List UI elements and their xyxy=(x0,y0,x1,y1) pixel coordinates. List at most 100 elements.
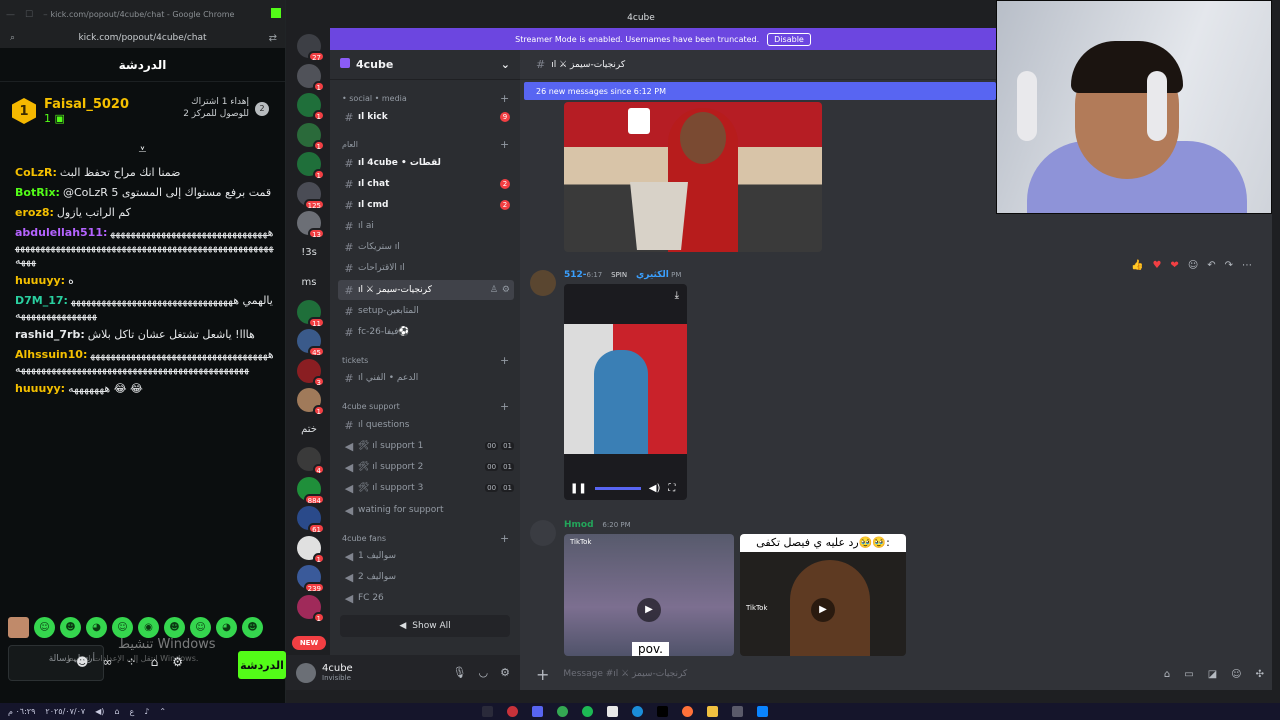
voice-fans-2[interactable]: ◀ سواليف 2 xyxy=(338,567,514,587)
server-icon[interactable]: ms xyxy=(297,270,321,294)
link-icon[interactable]: ∞ xyxy=(103,655,113,669)
server-icon[interactable]: 45 xyxy=(297,329,325,357)
edge-icon[interactable] xyxy=(632,706,643,717)
emote-kick[interactable]: ◉ xyxy=(138,617,159,638)
voice-support-3[interactable]: ◀ 🛠 ıl support 3 00 01 xyxy=(338,478,514,498)
settings-tune-icon[interactable]: ⇄ xyxy=(269,33,277,44)
avatar[interactable] xyxy=(530,270,556,296)
gear-icon[interactable]: ⚙ xyxy=(502,285,510,295)
thumbs-up-icon[interactable]: 👍 xyxy=(1131,260,1143,271)
new-messages-bar[interactable]: 26 new messages since 6:12 PM xyxy=(524,82,996,100)
voice-support-1[interactable]: ◀ 🛠 ıl support 1 00 01 xyxy=(338,436,514,456)
add-reaction-icon[interactable]: ☺ xyxy=(1188,260,1198,271)
video-attachment[interactable]: ⤓ ❚❚ ◀) ⛶ xyxy=(564,284,687,500)
server-icon[interactable]: 1 xyxy=(297,63,325,92)
channel-questions[interactable]: # ıl questions xyxy=(338,415,514,435)
file-explorer-icon[interactable] xyxy=(707,706,718,717)
more-icon[interactable]: ⋯ xyxy=(1242,260,1252,271)
tiktok-video-1[interactable]: TikTok ▶ pov. xyxy=(564,534,734,656)
gear-icon[interactable]: ⚙ xyxy=(172,655,183,669)
avatar[interactable] xyxy=(296,662,316,683)
reply-icon[interactable]: ↶ xyxy=(1207,260,1215,271)
server-icon[interactable]: 125 xyxy=(297,181,325,210)
emote-face[interactable] xyxy=(8,617,29,638)
server-icon[interactable]: 1 xyxy=(297,594,325,623)
channel-current[interactable]: # ıl ⚔ كرنجيات-سيمز ♙ ⚙ xyxy=(338,280,514,300)
composer-input[interactable]: Message #ıl ⚔ كرنجيات-سيمز xyxy=(563,669,687,679)
channel-setup[interactable]: # setup-المتابعين xyxy=(338,301,514,321)
input-language[interactable]: ع xyxy=(130,707,135,716)
voice-support-2[interactable]: ◀ 🛠 ıl support 2 00 01 xyxy=(338,457,514,477)
voice-fans-1[interactable]: ◀ سواليف 1 xyxy=(338,546,514,566)
emote-kick[interactable]: ☻ xyxy=(164,617,185,638)
server-icon[interactable]: 239 xyxy=(297,565,325,593)
disable-streamer-mode-button[interactable]: Disable xyxy=(767,32,811,46)
chat-username[interactable]: rashid_7rb: xyxy=(15,328,85,341)
app-icon[interactable] xyxy=(482,706,493,717)
server-icon[interactable]: 27 xyxy=(297,34,325,62)
address-bar[interactable]: ⌕ kick.com/popout/4cube/chat ⇄ xyxy=(0,28,285,48)
pause-icon[interactable]: ❚❚ xyxy=(570,483,587,494)
spotify-icon[interactable] xyxy=(582,706,593,717)
window-controls[interactable]: — ☐ – xyxy=(6,10,48,20)
volume-icon[interactable]: ◀) xyxy=(95,707,104,716)
emote-kick[interactable]: ☺ xyxy=(112,617,133,638)
server-icon[interactable]: 1 xyxy=(297,535,325,564)
image-attachment[interactable] xyxy=(564,102,822,252)
channel-kick[interactable]: # ıl kick 9 xyxy=(338,107,514,127)
channel-suggestions[interactable]: # الاقتراحات ıl xyxy=(338,258,514,278)
category-support[interactable]: 4cube support + xyxy=(342,400,509,413)
minimize-icon[interactable]: – xyxy=(43,10,48,20)
send-chat-button[interactable]: الدردشة xyxy=(238,651,286,679)
server-icon[interactable]: 1 xyxy=(297,152,325,180)
gift-box-icon[interactable]: ⌂ xyxy=(151,655,159,669)
channel-ai[interactable]: # ıl ai xyxy=(338,216,514,236)
add-channel-icon[interactable]: + xyxy=(500,400,509,413)
pinned-toggle-icon[interactable]: ⩡ xyxy=(0,140,285,160)
avatar[interactable] xyxy=(530,520,556,546)
maximize-icon[interactable]: ☐ xyxy=(25,10,33,20)
heart-icon[interactable]: ♥ xyxy=(1152,260,1161,271)
emote-kick[interactable]: ☻ xyxy=(60,617,81,638)
play-icon[interactable]: ▶ xyxy=(637,597,661,622)
server-icon[interactable]: 11 xyxy=(297,299,325,328)
obs-icon[interactable] xyxy=(507,706,518,717)
chat-username[interactable]: abdulellah511: xyxy=(15,226,107,239)
sticker-icon[interactable]: ◪ xyxy=(1208,669,1217,680)
server-icon[interactable]: !3s xyxy=(297,241,321,265)
new-unreads-pill[interactable]: NEW xyxy=(292,636,326,650)
windows-start-icon[interactable] xyxy=(757,706,768,717)
chevron-down-icon[interactable]: ⌄ xyxy=(501,58,510,71)
gear-icon[interactable]: ⚙ xyxy=(500,666,510,679)
emote-kick[interactable]: ◕ xyxy=(216,617,237,638)
heart-eyes-icon[interactable]: ❤ xyxy=(1170,260,1178,271)
tray-chevron-icon[interactable]: ⌃ xyxy=(159,707,166,716)
channel-clips[interactable]: # ıl 4cube • لقطات xyxy=(338,153,514,173)
channel-support-tech[interactable]: # ıl الدعم • الفني xyxy=(338,368,514,388)
app-icon[interactable] xyxy=(607,706,618,717)
chat-username[interactable]: D7M_17: xyxy=(15,294,68,307)
category-tickets[interactable]: tickets + xyxy=(342,354,509,367)
category-general[interactable]: العام + xyxy=(342,138,509,151)
video-progress[interactable] xyxy=(594,486,641,490)
emote-kick[interactable]: ◕ xyxy=(86,617,107,638)
chrome-icon[interactable] xyxy=(557,706,568,717)
gif-icon[interactable]: ▭ xyxy=(1184,669,1193,680)
gift-icon[interactable]: ⌂ xyxy=(1164,669,1170,680)
channel-chat[interactable]: # ıl chat 2 xyxy=(338,174,514,194)
apps-icon[interactable]: ✣ xyxy=(1256,669,1264,680)
server-icon[interactable]: 1 xyxy=(297,93,325,121)
category-fans[interactable]: 4cube fans + xyxy=(342,532,509,545)
taskbar-time[interactable]: ٠٦:٢٩ م xyxy=(8,707,35,716)
voice-waiting[interactable]: ◀ watinig for support xyxy=(338,500,514,520)
server-icon[interactable]: 61 xyxy=(297,506,325,534)
chat-username[interactable]: Alhssuin10: xyxy=(15,348,87,361)
emoji-icon[interactable]: ☺ xyxy=(1231,669,1241,680)
server-icon[interactable]: 4 xyxy=(297,447,325,475)
add-attachment-icon[interactable]: + xyxy=(536,665,549,684)
dots-icon[interactable]: ⁘ xyxy=(127,655,137,669)
message-composer[interactable]: + Message #ıl ⚔ كرنجيات-سيمز ⌂ ▭ ◪ ☺ ✣ xyxy=(520,658,1280,690)
server-icon[interactable]: 13 xyxy=(297,211,325,239)
chat-username[interactable]: BotRix: xyxy=(15,186,60,199)
volume-icon[interactable]: ◀) xyxy=(649,483,661,494)
